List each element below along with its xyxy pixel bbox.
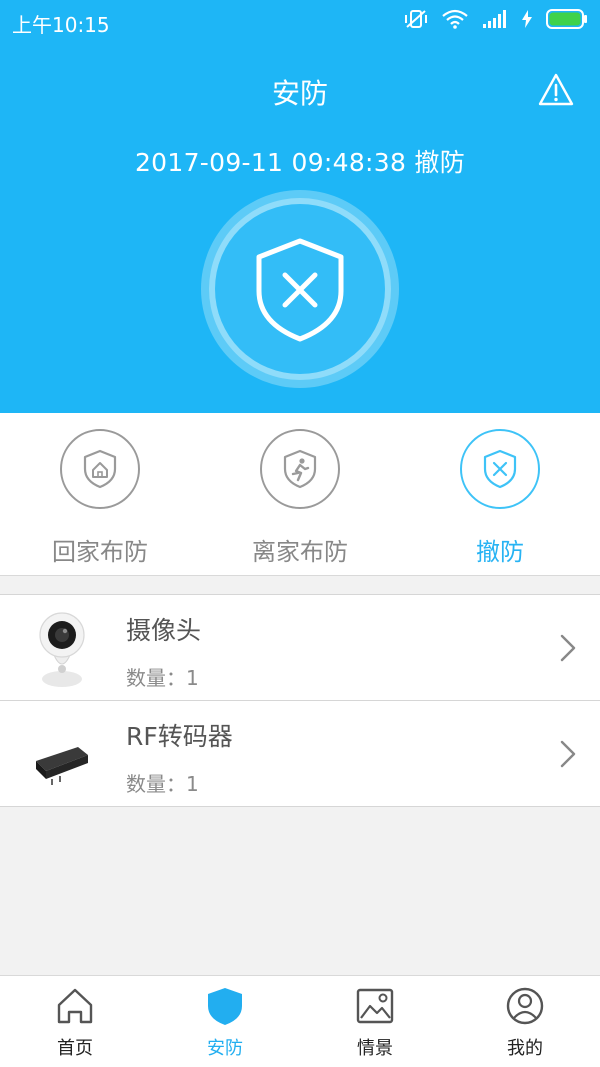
tab-label: 我的 xyxy=(507,1038,543,1059)
device-name: RF转码器 xyxy=(126,722,233,751)
signal-icon xyxy=(483,10,506,28)
tab-scene[interactable]: 情景 xyxy=(300,986,450,1060)
scene-image-icon xyxy=(356,988,394,1024)
charging-icon xyxy=(522,10,532,28)
home-icon xyxy=(57,988,93,1024)
device-count: 数量：1 xyxy=(126,666,199,690)
rf-transcoder-icon xyxy=(36,747,88,785)
battery-icon xyxy=(546,9,587,29)
tab-security[interactable]: 安防 xyxy=(150,986,300,1060)
shield-x-icon[interactable] xyxy=(200,189,400,389)
mode-home-arm[interactable]: 回家布防 xyxy=(0,429,200,569)
device-row-camera[interactable]: 摄像头 数量：1 xyxy=(0,595,600,701)
tab-mine[interactable]: 我的 xyxy=(450,986,600,1060)
tab-home[interactable]: 首页 xyxy=(0,986,150,1060)
shield-icon xyxy=(208,988,242,1025)
mode-disarm-circle xyxy=(460,429,540,509)
shield-x-icon xyxy=(483,449,517,489)
mode-label: 回家布防 xyxy=(52,538,148,566)
shield-runner-icon xyxy=(283,449,317,489)
bottom-tab-bar: 首页 安防 情景 我的 xyxy=(0,975,600,1067)
camera-icon xyxy=(39,612,85,687)
mode-home-arm-circle xyxy=(60,429,140,509)
status-time: 上午10:15 xyxy=(12,13,110,37)
tab-label: 情景 xyxy=(357,1038,393,1059)
wifi-icon xyxy=(442,9,468,29)
mode-label: 离家布防 xyxy=(252,538,348,566)
tab-label: 首页 xyxy=(57,1038,93,1059)
page-title: 安防 xyxy=(271,77,328,110)
device-name: 摄像头 xyxy=(126,616,202,645)
warning-icon[interactable] xyxy=(538,72,574,108)
device-count: 数量：1 xyxy=(126,772,199,796)
status-icons xyxy=(404,8,588,30)
device-row-rf-transcoder[interactable]: RF转码器 数量：1 xyxy=(0,701,600,807)
mode-away-arm[interactable]: 离家布防 xyxy=(200,429,400,569)
device-list: 摄像头 数量：1 RF转码器 数量：1 xyxy=(0,594,600,807)
security-screen: 上午10:15 安防 2017-09-11 09:48:38 撤防 回家布防 离… xyxy=(0,0,600,1067)
mode-disarm[interactable]: 撤防 xyxy=(400,429,600,569)
arm-mode-selector: 回家布防 离家布防 撤防 xyxy=(0,413,600,576)
security-status-timestamp: 2017-09-11 09:48:38 撤防 xyxy=(134,148,466,177)
chevron-right-icon xyxy=(560,740,576,768)
chevron-right-icon xyxy=(560,634,576,662)
user-icon xyxy=(506,987,544,1025)
shield-home-icon xyxy=(83,449,117,489)
tab-label: 安防 xyxy=(207,1038,243,1059)
mode-away-arm-circle xyxy=(260,429,340,509)
mode-label: 撤防 xyxy=(476,538,524,566)
status-bar: 上午10:15 xyxy=(0,0,600,42)
vibrate-off-icon xyxy=(405,10,427,28)
security-header-panel: 上午10:15 安防 2017-09-11 09:48:38 撤防 xyxy=(0,0,600,413)
